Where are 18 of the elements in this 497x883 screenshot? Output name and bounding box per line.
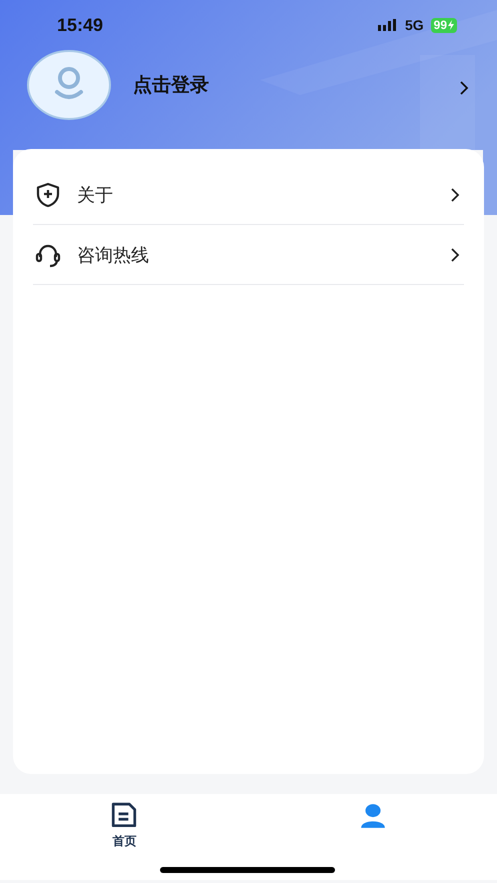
login-link[interactable]: 点击登录 <box>133 72 459 98</box>
person-icon <box>358 802 387 830</box>
battery-level: 99 <box>434 18 447 32</box>
document-icon <box>110 802 138 830</box>
chevron-icon <box>450 186 460 202</box>
menu-item[interactable]: 咨询热线 <box>33 225 464 285</box>
chevron-icon <box>450 246 460 262</box>
network-label: 5G <box>404 17 424 33</box>
status-time: 15:49 <box>57 14 104 36</box>
menu-item[interactable]: 关于 <box>33 165 464 225</box>
chevron-icon[interactable] <box>459 80 469 96</box>
bolt-icon <box>448 20 454 30</box>
signal-icon <box>378 19 398 31</box>
menu-label: 关于 <box>77 184 114 206</box>
shield-plus-icon <box>35 182 61 208</box>
tab[interactable]: 首页 <box>0 794 248 880</box>
menu-label: 咨询热线 <box>77 244 150 266</box>
avatar-icon[interactable] <box>27 50 111 120</box>
